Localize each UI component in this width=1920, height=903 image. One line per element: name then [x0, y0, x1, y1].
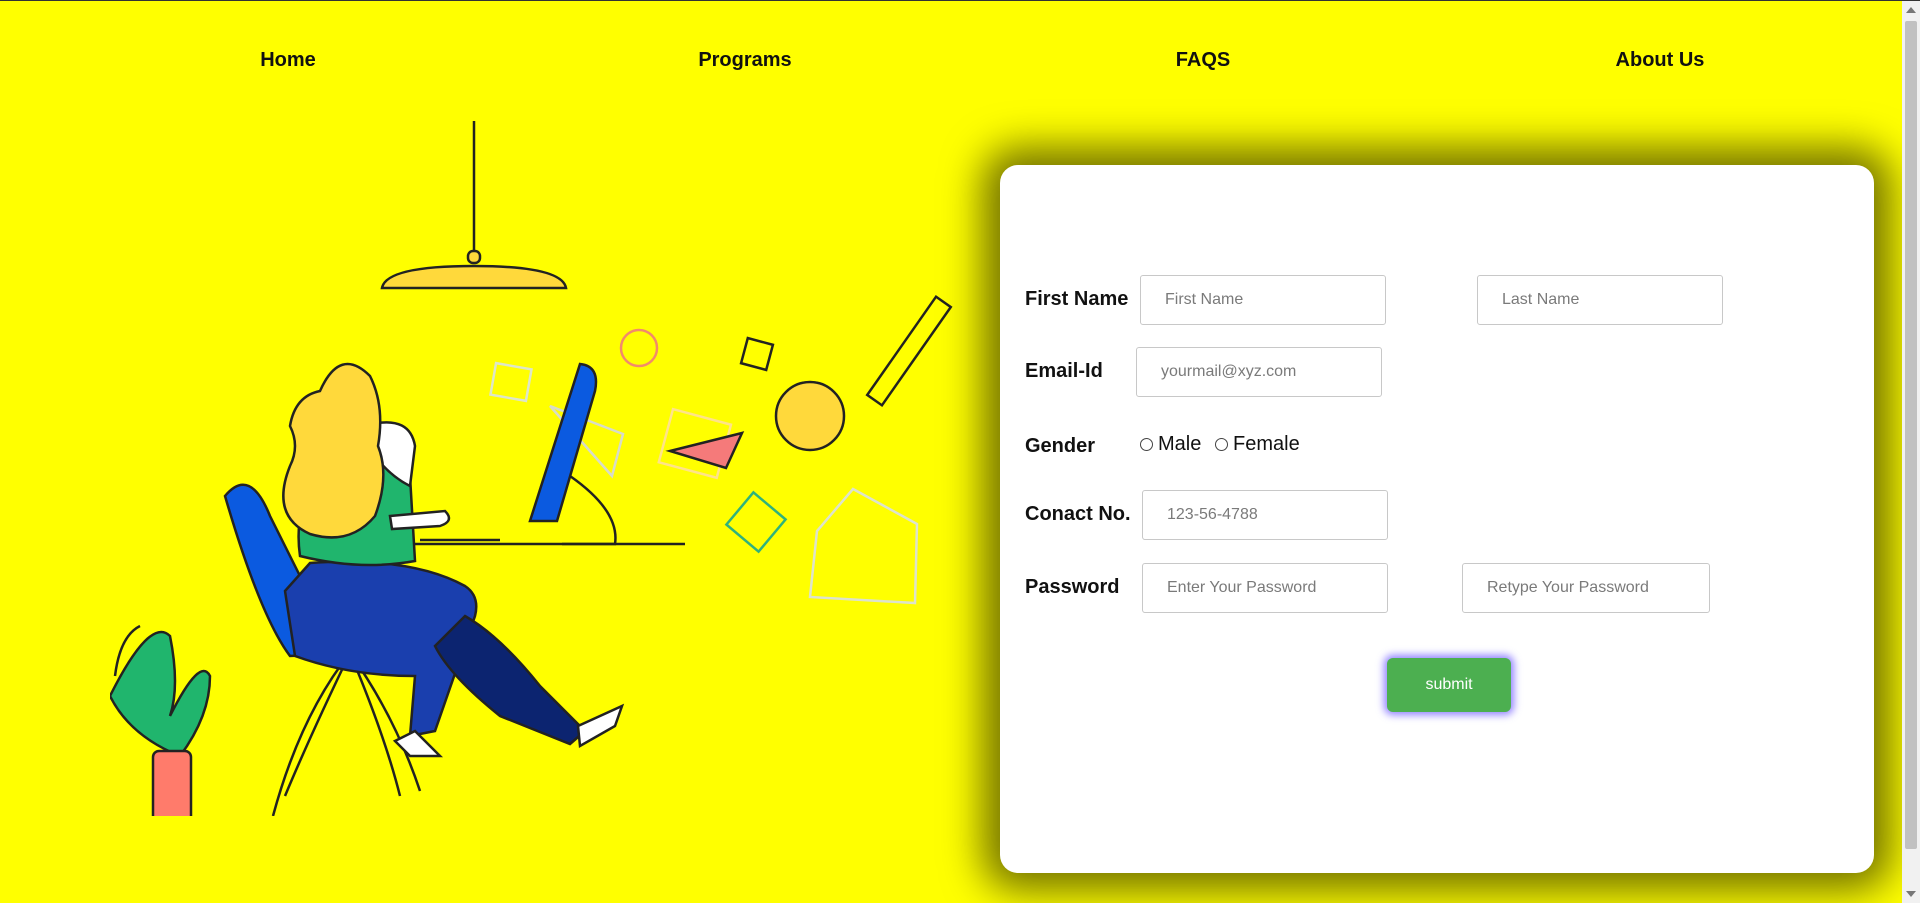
top-nav: Home Programs FAQS About Us [0, 49, 1900, 77]
female-radio[interactable] [1215, 438, 1228, 451]
registration-form-card: First Name Email-Id Gender Male Female C… [1000, 165, 1874, 873]
male-radio[interactable] [1140, 438, 1153, 451]
scroll-down-icon[interactable] [1906, 891, 1916, 897]
vertical-scrollbar[interactable] [1902, 1, 1920, 903]
potted-plant-icon [110, 624, 212, 816]
nav-about-us-link[interactable]: About Us [1616, 49, 1705, 72]
last-name-input[interactable] [1477, 275, 1723, 325]
nav-programs-link[interactable]: Programs [698, 49, 791, 72]
first-name-input[interactable] [1140, 275, 1386, 325]
workspace-illustration [110, 121, 953, 816]
password-input[interactable] [1142, 563, 1388, 613]
pendant-lamp-icon [380, 121, 568, 290]
male-radio-label: Male [1158, 433, 1202, 455]
retype-password-input[interactable] [1462, 563, 1710, 613]
nav-home-link[interactable]: Home [260, 49, 316, 72]
scroll-up-icon[interactable] [1906, 7, 1916, 13]
password-label: Password [1025, 576, 1120, 598]
gender-female-option[interactable]: Female [1215, 433, 1300, 456]
nav-faqs-link[interactable]: FAQS [1176, 49, 1230, 72]
gender-male-option[interactable]: Male [1140, 433, 1201, 456]
gender-label: Gender [1025, 435, 1096, 457]
scrollbar-thumb[interactable] [1905, 21, 1917, 849]
contact-number-input[interactable] [1142, 490, 1388, 540]
first-name-label: First Name [1025, 288, 1129, 310]
female-radio-label: Female [1233, 433, 1300, 455]
email-input[interactable] [1136, 347, 1382, 397]
contact-number-label: Conact No. [1025, 503, 1131, 525]
submit-button[interactable]: submit [1387, 658, 1511, 712]
email-label: Email-Id [1025, 360, 1103, 382]
